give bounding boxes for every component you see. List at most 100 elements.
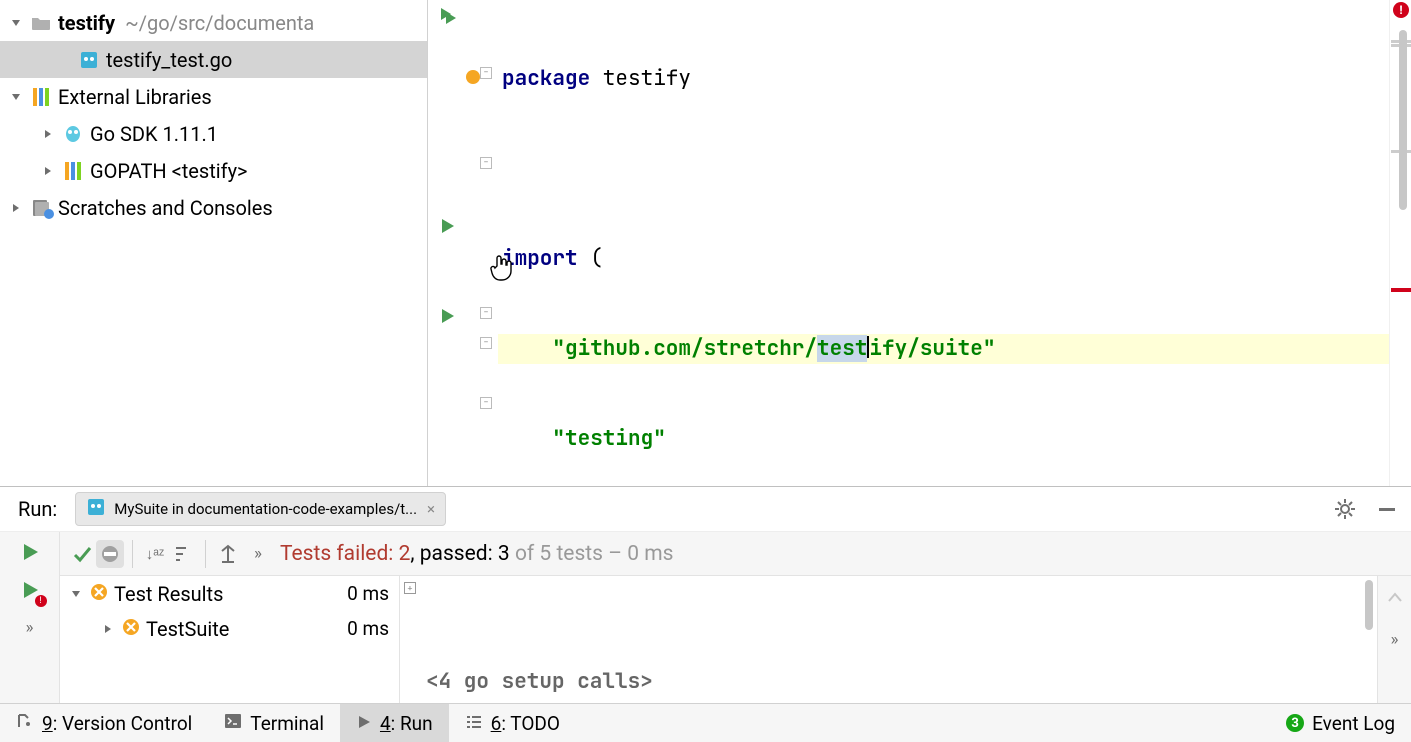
error-stripe[interactable]: ! xyxy=(1389,0,1411,486)
gopath-node[interactable]: GOPATH <testify> xyxy=(0,152,427,189)
settings-icon[interactable] xyxy=(1331,495,1359,523)
notification-badge: 3 xyxy=(1286,714,1304,732)
test-results-root[interactable]: Test Results 0 ms xyxy=(60,576,399,611)
code-text: testify xyxy=(590,65,691,92)
test-node-time: 0 ms xyxy=(347,617,389,640)
scrollbar-thumb[interactable] xyxy=(1365,580,1373,630)
project-tool-window[interactable]: testify ~/go/src/documenta testify_test.… xyxy=(0,0,428,486)
status-bar: 9: Version Control Terminal 4: Run 6: TO… xyxy=(0,703,1411,742)
sort-alpha-button[interactable]: ↓ᵃᶻ xyxy=(141,540,169,568)
run-test-gutter-icon[interactable] xyxy=(436,304,460,328)
code-string: "github.com/stretchr/ xyxy=(552,335,817,362)
chevron-down-icon[interactable] xyxy=(8,15,24,31)
event-log-label: Event Log xyxy=(1312,712,1395,735)
project-root-name: testify xyxy=(58,11,115,35)
status-terminal[interactable]: Terminal xyxy=(208,704,340,742)
console-setup-line: <4 go setup calls> xyxy=(426,668,653,695)
library-icon xyxy=(62,162,84,180)
chevron-right-icon[interactable] xyxy=(40,126,56,142)
go-file-icon xyxy=(78,51,100,69)
separator xyxy=(205,540,206,568)
run-config-tab[interactable]: MySuite in documentation-code-examples/t… xyxy=(75,492,446,526)
library-icon xyxy=(30,88,52,106)
fold-handle[interactable]: − xyxy=(480,157,492,169)
show-ignored-toggle[interactable] xyxy=(96,540,124,568)
test-fail-icon xyxy=(122,617,140,641)
editor-gutter[interactable]: − − − − − xyxy=(428,0,498,486)
ext-lib-label: External Libraries xyxy=(58,85,212,109)
warning-dot-icon[interactable] xyxy=(466,70,480,84)
external-libraries-node[interactable]: External Libraries xyxy=(0,78,427,115)
status-event-log[interactable]: 3 Event Log xyxy=(1270,704,1411,742)
scrollbar-thumb[interactable] xyxy=(1399,30,1407,210)
run-tool-window: Run: MySuite in documentation-code-examp… xyxy=(0,486,1411,703)
file-node-label: testify_test.go xyxy=(106,48,232,72)
fold-handle[interactable]: − xyxy=(480,67,492,79)
project-root-node[interactable]: testify ~/go/src/documenta xyxy=(0,4,427,41)
rerun-button[interactable] xyxy=(16,538,44,566)
sort-duration-button[interactable] xyxy=(169,540,197,568)
error-indicator-icon[interactable]: ! xyxy=(1393,2,1409,18)
code-text: ( xyxy=(578,245,603,272)
fold-handle[interactable]: − xyxy=(480,307,492,319)
code-text xyxy=(498,154,1389,184)
terminal-icon xyxy=(224,712,242,735)
chevron-right-icon[interactable] xyxy=(8,200,24,216)
folder-icon xyxy=(30,15,52,31)
more-icon[interactable]: » xyxy=(254,544,262,564)
minimize-icon[interactable] xyxy=(1373,495,1401,523)
chevron-down-icon[interactable] xyxy=(8,89,24,105)
fold-handle[interactable]: − xyxy=(480,397,492,409)
expand-fold-icon[interactable]: + xyxy=(404,582,416,594)
test-results-tree[interactable]: Test Results 0 ms TestSuite 0 ms xyxy=(60,576,400,703)
go-sdk-node[interactable]: Go SDK 1.11.1 xyxy=(0,115,427,152)
more-icon[interactable]: » xyxy=(1381,626,1409,654)
chevron-down-icon[interactable] xyxy=(68,586,84,602)
go-sdk-label: Go SDK 1.11.1 xyxy=(90,122,218,146)
run-struct-gutter-icon[interactable] xyxy=(436,214,460,238)
code-keyword: package xyxy=(502,65,590,92)
show-passed-toggle[interactable] xyxy=(68,540,96,568)
close-tab-button[interactable]: × xyxy=(427,500,435,518)
separator xyxy=(132,540,133,568)
fold-column[interactable]: − − − − − xyxy=(480,0,494,486)
status-terminal-label: Terminal xyxy=(250,712,324,735)
test-node-label: Test Results xyxy=(114,582,223,606)
status-todo[interactable]: 6: TODO xyxy=(449,704,576,742)
editor[interactable]: − − − − − package testify import ( "gith… xyxy=(428,0,1411,486)
test-console[interactable]: + <4 go setup calls> === RUN TestSuite -… xyxy=(400,576,1377,703)
console-right-toolbar: » xyxy=(1377,576,1411,703)
code-string: "testing" xyxy=(552,425,665,452)
status-run-label: 4: Run xyxy=(380,712,433,735)
test-suite-node[interactable]: TestSuite 0 ms xyxy=(60,611,399,646)
code-string: ify/suite" xyxy=(869,335,995,362)
scroll-up-icon[interactable] xyxy=(1381,584,1409,612)
go-file-icon xyxy=(86,498,106,520)
status-vcs[interactable]: 9: Version Control xyxy=(0,704,208,742)
test-toolbar: ↓ᵃᶻ » Tests failed: 2, passed: 3 of 5 te… xyxy=(60,532,1411,576)
chevron-right-icon[interactable] xyxy=(100,621,116,637)
chevron-right-icon[interactable] xyxy=(40,163,56,179)
expand-all-button[interactable] xyxy=(214,540,242,568)
code-area[interactable]: package testify import ( "github.com/str… xyxy=(498,0,1389,486)
fold-handle[interactable]: − xyxy=(480,337,492,349)
scratches-label: Scratches and Consoles xyxy=(58,196,273,220)
status-vcs-label: 9: Version Control xyxy=(42,712,192,735)
status-run[interactable]: 4: Run xyxy=(340,704,449,742)
mouse-cursor-icon xyxy=(488,252,516,280)
test-node-time: 0 ms xyxy=(347,582,389,605)
scratches-node[interactable]: Scratches and Consoles xyxy=(0,189,427,226)
play-icon xyxy=(356,712,372,735)
code-text xyxy=(502,425,552,452)
run-left-toolbar: ! » xyxy=(0,532,60,703)
run-file-gutter-icon[interactable] xyxy=(436,4,460,28)
code-text xyxy=(502,335,552,362)
rerun-failed-button[interactable]: ! xyxy=(16,576,44,604)
file-node-testify-test[interactable]: testify_test.go xyxy=(0,41,427,78)
code-selection: test xyxy=(817,335,867,362)
gopath-label: GOPATH <testify> xyxy=(90,159,248,183)
stripe-error-mark[interactable] xyxy=(1391,288,1411,292)
more-icon[interactable]: » xyxy=(16,614,44,642)
test-status-text: Tests failed: 2, passed: 3 of 5 tests – … xyxy=(280,542,674,566)
run-config-tab-label: MySuite in documentation-code-examples/t… xyxy=(114,500,417,518)
